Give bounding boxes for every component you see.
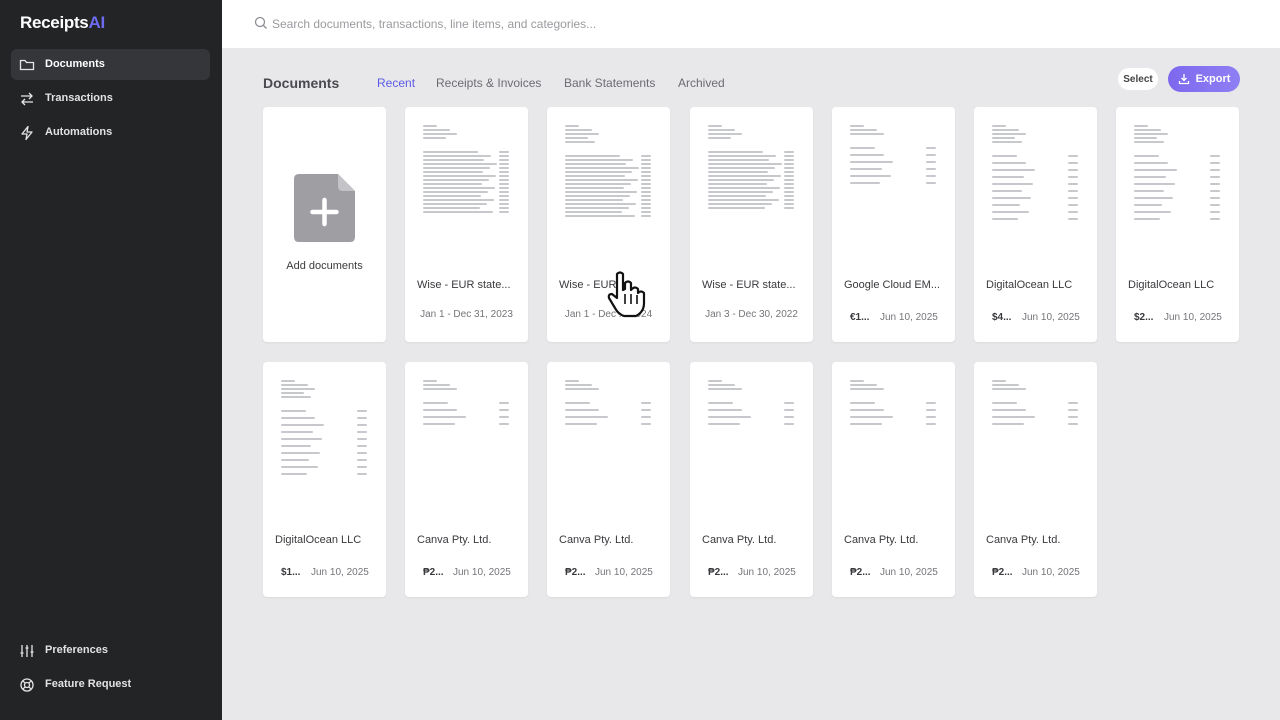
search-bar <box>222 0 1280 48</box>
document-date: Jun 10, 2025 <box>1022 567 1080 578</box>
add-documents-label: Add documents <box>286 260 363 272</box>
document-title: Canva Pty. Ltd. <box>417 534 492 546</box>
document-thumbnail <box>988 121 1083 261</box>
document-thumbnail <box>561 121 656 261</box>
lifebuoy-icon <box>20 677 34 692</box>
document-amount: ₱2... <box>708 567 729 578</box>
add-document-icon <box>294 174 355 242</box>
document-date: Jun 10, 2025 <box>311 567 369 578</box>
document-date: Jun 10, 2025 <box>1022 312 1080 323</box>
document-date: Jun 10, 2025 <box>1164 312 1222 323</box>
document-card[interactable]: Canva Pty. Ltd. ₱2... Jun 10, 2025 <box>405 362 528 597</box>
document-date: Jun 10, 2025 <box>453 567 511 578</box>
document-amount: $1... <box>281 567 301 578</box>
document-thumbnail <box>704 376 799 516</box>
document-card[interactable]: Wise - EUR state... Jan 3 - Dec 30, 2022 <box>690 107 813 342</box>
tab-receipts-invoices[interactable]: Receipts & Invoices <box>436 76 541 90</box>
document-date-range: Jan 1 - Dec 31, 2023 <box>420 309 513 320</box>
document-amount: €1... <box>850 312 870 323</box>
document-title: Google Cloud EM... <box>844 279 940 291</box>
hand-cursor-icon <box>607 271 646 318</box>
sidebar-item-transactions[interactable]: Transactions <box>11 83 210 114</box>
document-thumbnail <box>988 376 1083 516</box>
document-title: DigitalOcean LLC <box>275 534 362 546</box>
logo-accent: AI <box>88 13 105 32</box>
sidebar-item-label: Automations <box>45 126 113 138</box>
document-title: Wise - EUR state... <box>702 279 796 291</box>
add-documents-card[interactable]: Add documents <box>263 107 386 342</box>
document-card[interactable]: Canva Pty. Ltd. ₱2... Jun 10, 2025 <box>547 362 670 597</box>
sidebar-item-label: Feature Request <box>45 678 132 690</box>
document-card[interactable]: Canva Pty. Ltd. ₱2... Jun 10, 2025 <box>974 362 1097 597</box>
document-thumbnail <box>846 376 941 516</box>
document-title: DigitalOcean LLC <box>1128 279 1215 291</box>
document-amount: ₱2... <box>850 567 871 578</box>
document-card[interactable]: Google Cloud EM... €1... Jun 10, 2025 <box>832 107 955 342</box>
document-amount: $4... <box>992 312 1012 323</box>
document-card[interactable]: Wise - EUR state... Jan 1 - Dec 31, 2023 <box>405 107 528 342</box>
document-date: Jun 10, 2025 <box>880 312 938 323</box>
select-button[interactable]: Select <box>1118 68 1158 90</box>
export-button[interactable]: Export <box>1168 66 1240 92</box>
sliders-icon <box>20 644 34 657</box>
document-card[interactable]: Canva Pty. Ltd. ₱2... Jun 10, 2025 <box>690 362 813 597</box>
tab-recent[interactable]: Recent <box>377 76 415 90</box>
document-card[interactable]: DigitalOcean LLC $1... Jun 10, 2025 <box>263 362 386 597</box>
lightning-icon <box>21 125 33 140</box>
document-date: Jun 10, 2025 <box>738 567 796 578</box>
document-title: DigitalOcean LLC <box>986 279 1073 291</box>
sidebar-item-documents[interactable]: Documents <box>11 49 210 80</box>
export-label: Export <box>1195 73 1231 85</box>
document-amount: ₱2... <box>423 567 444 578</box>
document-thumbnail <box>561 376 656 516</box>
document-amount: ₱2... <box>565 567 586 578</box>
arrows-exchange-icon <box>21 92 33 105</box>
sidebar-item-feature-request[interactable]: Feature Request <box>11 669 210 700</box>
document-thumbnail <box>419 376 514 516</box>
document-title: Canva Pty. Ltd. <box>559 534 634 546</box>
sidebar-item-automations[interactable]: Automations <box>11 117 210 148</box>
tab-archived[interactable]: Archived <box>678 76 725 90</box>
document-title: Canva Pty. Ltd. <box>702 534 777 546</box>
document-date: Jun 10, 2025 <box>880 567 938 578</box>
search-icon <box>254 16 267 29</box>
page-title: Documents <box>263 75 340 91</box>
sidebar-item-label: Preferences <box>45 644 108 656</box>
document-thumbnail <box>846 121 941 261</box>
sidebar-item-label: Transactions <box>45 92 113 104</box>
document-thumbnail <box>277 376 372 516</box>
app-logo[interactable]: ReceiptsAI <box>20 13 105 33</box>
document-date-range: Jan 3 - Dec 30, 2022 <box>705 309 798 320</box>
document-card[interactable]: DigitalOcean LLC $2... Jun 10, 2025 <box>1116 107 1239 342</box>
sidebar-item-label: Documents <box>45 58 105 70</box>
document-title: Canva Pty. Ltd. <box>986 534 1061 546</box>
document-card[interactable]: DigitalOcean LLC $4... Jun 10, 2025 <box>974 107 1097 342</box>
document-thumbnail <box>704 121 799 261</box>
tab-bank-statements[interactable]: Bank Statements <box>564 76 655 90</box>
document-title: Wise - EUR state... <box>417 279 511 291</box>
document-thumbnail <box>419 121 514 261</box>
document-date: Jun 10, 2025 <box>595 567 653 578</box>
sidebar: ReceiptsAI Documents Transactions Automa… <box>0 0 222 720</box>
sidebar-item-preferences[interactable]: Preferences <box>11 635 210 666</box>
search-input[interactable] <box>272 14 972 34</box>
document-title: Canva Pty. Ltd. <box>844 534 919 546</box>
main-content: Documents Recent Receipts & Invoices Ban… <box>222 0 1280 720</box>
document-amount: ₱2... <box>992 567 1013 578</box>
document-amount: $2... <box>1134 312 1154 323</box>
logo-text: Receipts <box>20 13 89 32</box>
document-card[interactable]: Canva Pty. Ltd. ₱2... Jun 10, 2025 <box>832 362 955 597</box>
download-icon <box>1178 74 1189 85</box>
folder-icon <box>19 59 35 70</box>
document-thumbnail <box>1130 121 1225 261</box>
